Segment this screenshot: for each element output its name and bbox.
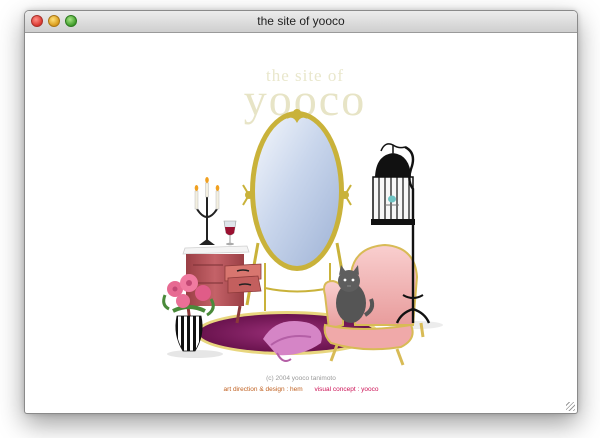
art-direction-link[interactable]: art direction & design : hem (224, 386, 303, 393)
copyright-text: (c) 2004 yooco tanimoto (266, 375, 336, 382)
page-content: the site of yooco (c) 2004 yooco tanimot… (25, 33, 577, 413)
room-illustration (162, 109, 443, 366)
title-bar[interactable]: the site of yooco (25, 11, 577, 33)
visual-concept-link[interactable]: visual concept : yooco (314, 386, 378, 393)
birdcage-icon (371, 143, 415, 225)
credits-row: art direction & design : hem visual conc… (25, 385, 577, 395)
window-title: the site of yooco (257, 14, 345, 28)
wine-glass-icon (223, 220, 237, 246)
resize-grip-icon[interactable] (566, 402, 575, 411)
browser-window: the site of yooco the site of yooco (c) … (24, 10, 578, 414)
candelabra-icon (194, 177, 220, 245)
footer: (c) 2004 yooco tanimoto art direction & … (25, 374, 577, 395)
